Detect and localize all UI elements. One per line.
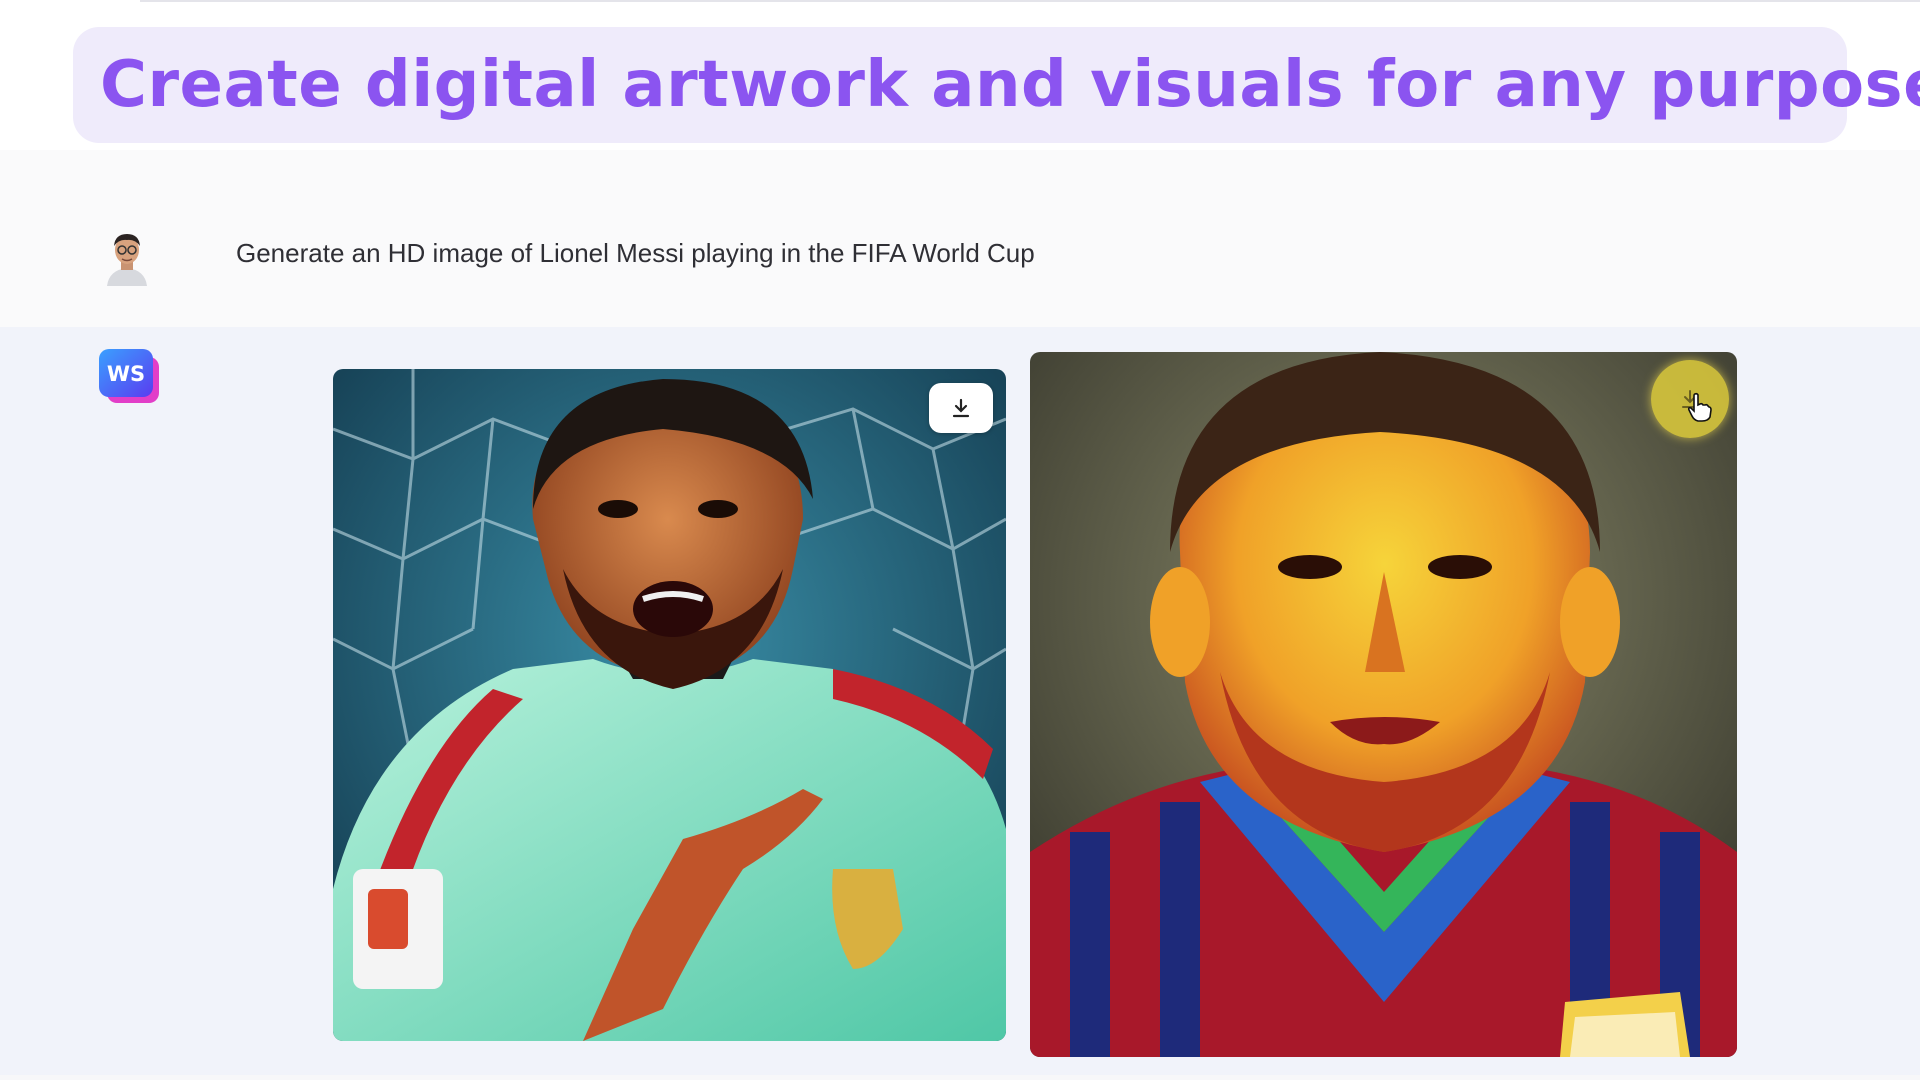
download-button-1[interactable] <box>929 383 993 433</box>
image-2-artwork <box>1030 352 1737 1057</box>
headline-text: Create digital artwork and visuals for a… <box>100 48 1920 122</box>
user-avatar <box>107 234 147 286</box>
ws-logo-icon: WS <box>99 349 159 403</box>
generated-image-2[interactable] <box>1030 352 1737 1057</box>
generated-image-1[interactable] <box>333 369 1006 1041</box>
ws-logo-text: WS <box>107 362 145 386</box>
hand-cursor-icon <box>1687 392 1712 422</box>
headline-banner: Create digital artwork and visuals for a… <box>73 27 1920 143</box>
image-1-artwork <box>333 369 1006 1041</box>
ai-response: WS <box>0 327 1920 1080</box>
download-icon <box>952 398 970 418</box>
bottom-edge <box>0 1075 1920 1080</box>
top-divider <box>140 0 1920 2</box>
user-message: Generate an HD image of Lionel Messi pla… <box>0 150 1920 327</box>
user-prompt-text: Generate an HD image of Lionel Messi pla… <box>236 238 1035 268</box>
